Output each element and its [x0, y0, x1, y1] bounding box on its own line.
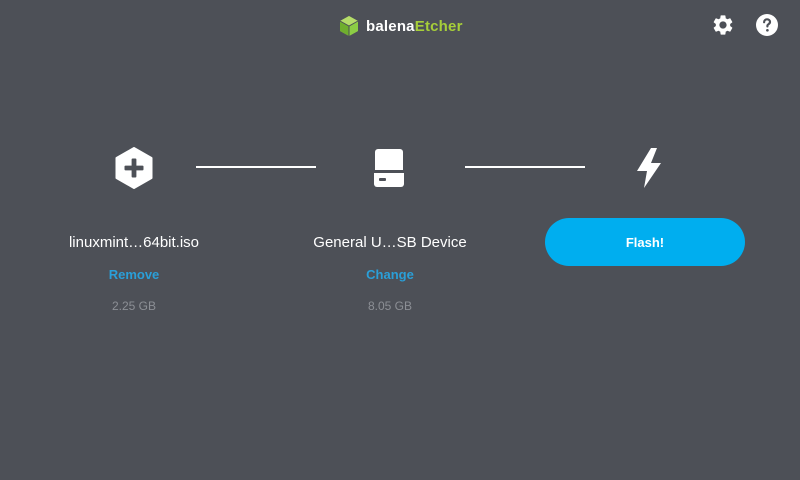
image-filename: linuxmint…64bit.iso — [68, 234, 200, 251]
image-step-info: linuxmint…64bit.iso Remove 2.25 GB — [24, 232, 244, 314]
drive-size: 8.05 GB — [367, 299, 413, 313]
step-connector-2 — [465, 166, 585, 168]
drive-icon — [374, 149, 404, 187]
brand-balena-text: balena — [366, 17, 415, 35]
select-image-step[interactable] — [112, 146, 156, 190]
step-connector-1 — [196, 166, 316, 168]
cube-logo-icon — [339, 16, 359, 36]
lightning-icon — [637, 148, 661, 188]
change-drive-link[interactable]: Change — [280, 266, 500, 284]
drive-name: General U…SB Device — [313, 234, 467, 251]
drive-step-info: General U…SB Device Change 8.05 GB — [280, 232, 500, 314]
image-size: 2.25 GB — [111, 299, 157, 313]
plus-hexagon-icon — [115, 147, 153, 189]
brand-etcher-text: Etcher — [414, 17, 463, 35]
etcher-window: balena Etcher linuxmint…64bit.iso Remove… — [0, 0, 800, 480]
help-button[interactable] — [754, 12, 780, 38]
flash-step — [627, 146, 671, 190]
question-circle-icon — [756, 14, 778, 36]
brand-name: balena Etcher — [366, 18, 463, 35]
settings-button[interactable] — [710, 12, 736, 38]
remove-image-link[interactable]: Remove — [24, 266, 244, 284]
select-drive-step[interactable] — [367, 146, 411, 190]
brand-logo: balena Etcher — [338, 14, 463, 38]
gear-icon — [713, 15, 733, 35]
flash-button[interactable]: Flash! — [545, 218, 745, 266]
